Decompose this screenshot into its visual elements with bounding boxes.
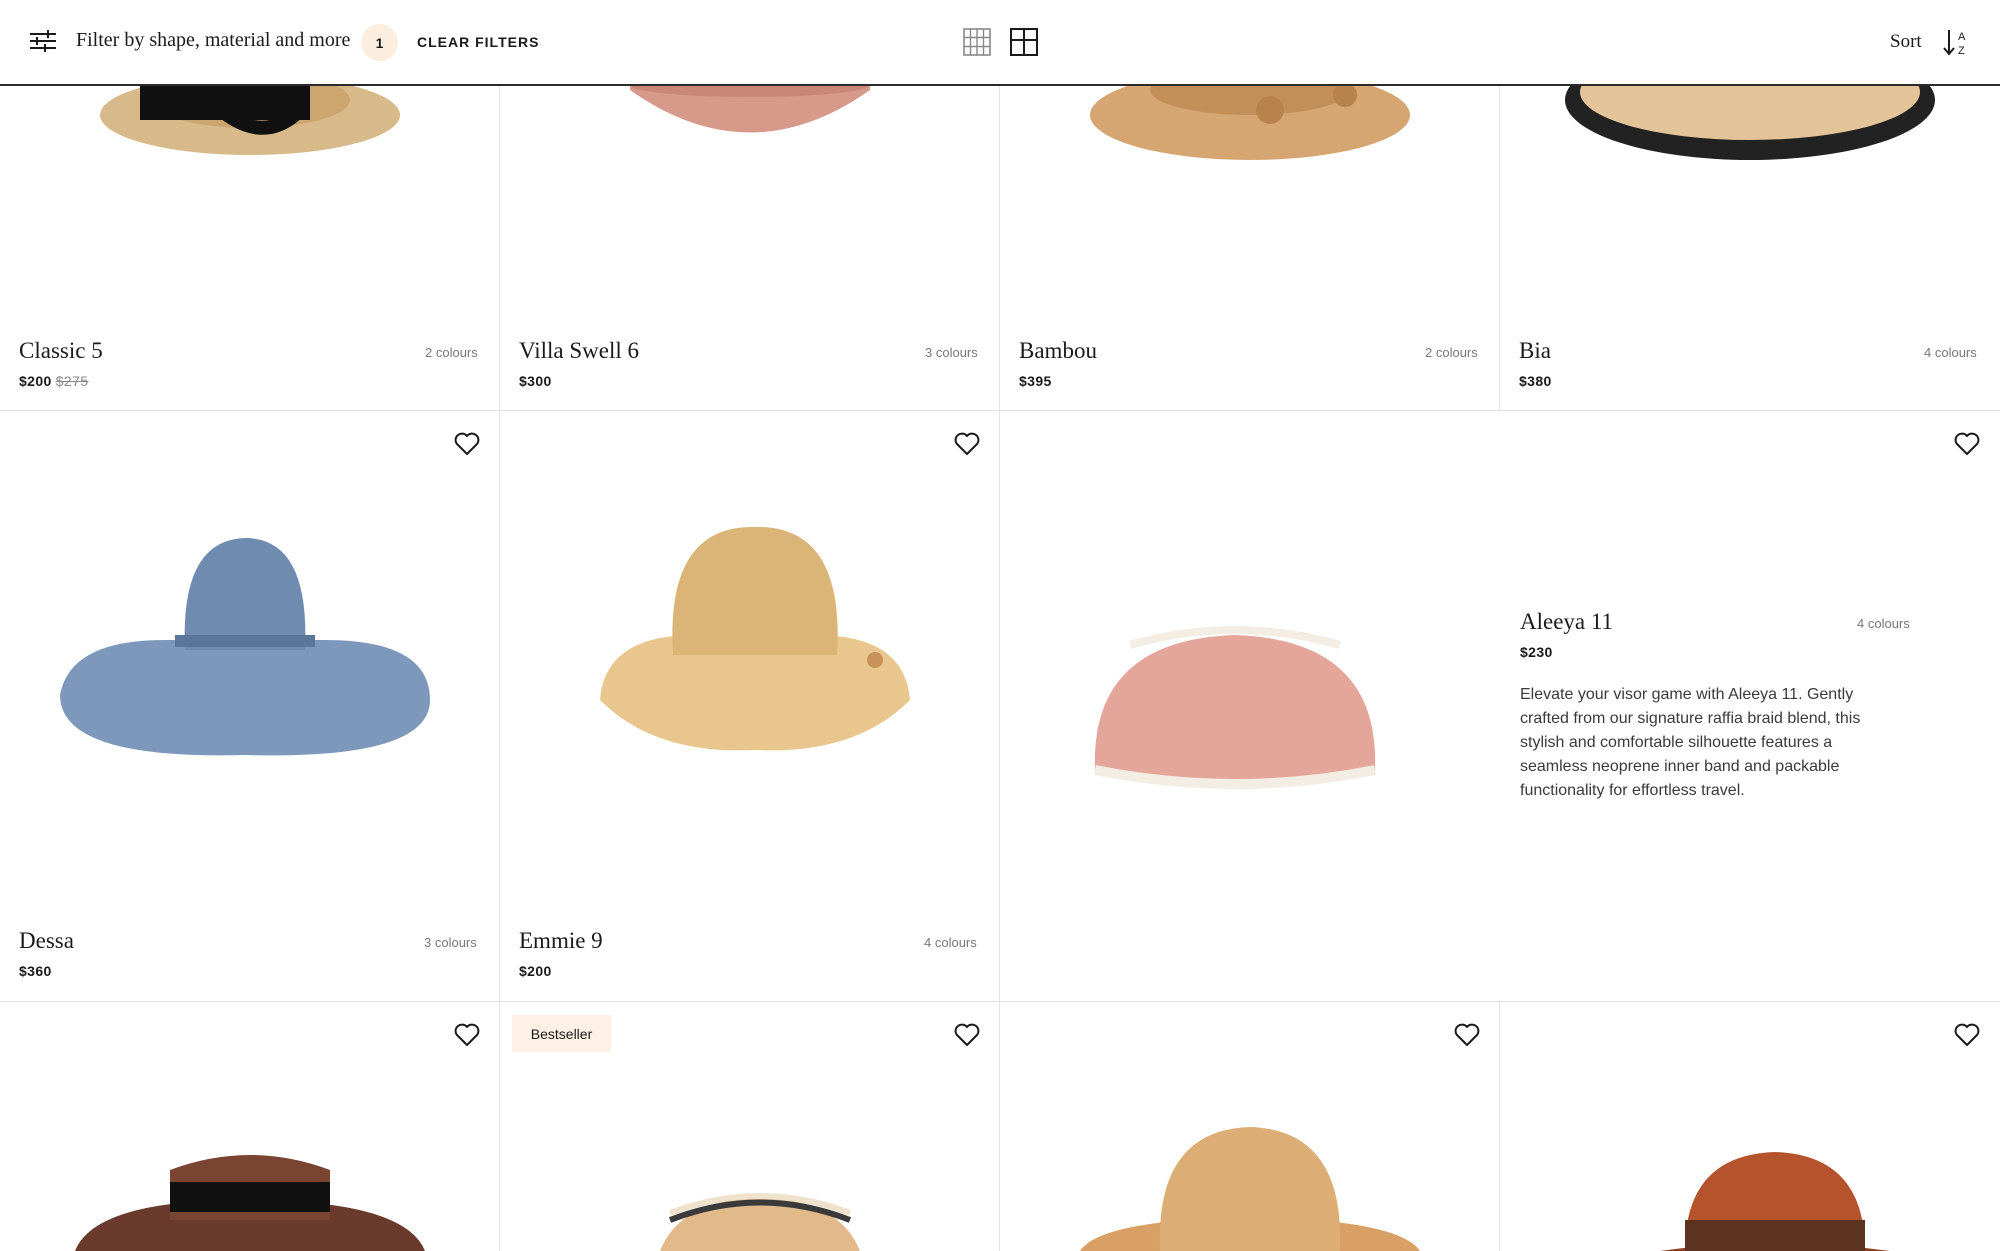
product-price: $360 [19,963,52,979]
wishlist-heart-icon[interactable] [454,432,480,456]
divider [0,410,2000,411]
product-name[interactable]: Classic 5 [19,338,103,364]
grid-four-column-icon[interactable] [963,28,991,56]
colour-count: 4 colours [1857,616,1910,631]
filter-sliders-icon[interactable] [28,26,58,56]
product-name[interactable]: Emmie 9 [519,928,603,954]
original-price: $275 [55,373,89,389]
product-price: $200 $275 [19,373,89,389]
product-image[interactable] [1080,1125,1420,1251]
product-name[interactable]: Villa Swell 6 [519,338,639,364]
colour-count: 2 colours [1425,345,1478,360]
grid-two-column-icon[interactable] [1010,28,1038,56]
product-name[interactable]: Bia [1519,338,1551,364]
sort-alpha-icon[interactable]: A Z [1942,27,1972,57]
sort-label[interactable]: Sort [1890,31,1922,53]
product-name[interactable]: Aleeya 11 [1520,609,1613,635]
colour-count: 3 colours [925,345,978,360]
sale-price: $200 [19,373,52,389]
wishlist-heart-icon[interactable] [1454,1023,1480,1047]
divider [1499,86,1500,411]
product-image[interactable] [55,530,435,770]
wishlist-heart-icon[interactable] [954,432,980,456]
svg-text:Z: Z [1958,45,1965,57]
svg-text:A: A [1958,31,1966,43]
divider [999,86,1000,1251]
bestseller-badge: Bestseller [512,1015,611,1052]
product-price: $230 [1520,644,1553,660]
wishlist-heart-icon[interactable] [1954,432,1980,456]
colour-count: 3 colours [424,935,477,950]
product-description: Elevate your visor game with Aleeya 11. … [1520,686,1861,799]
wishlist-heart-icon[interactable] [954,1023,980,1047]
product-price: $380 [1519,373,1552,389]
product-image[interactable] [595,525,915,755]
wishlist-heart-icon[interactable] [454,1023,480,1047]
filter-label[interactable]: Filter by shape, material and more [76,29,350,52]
product-image[interactable] [650,1185,870,1251]
divider [1499,1001,1500,1251]
product-image[interactable] [1660,1150,1890,1251]
filter-count-badge: 1 [361,24,398,61]
product-image[interactable] [1085,620,1385,800]
wishlist-heart-icon[interactable] [1954,1023,1980,1047]
colour-count: 2 colours [425,345,478,360]
colour-count: 4 colours [924,935,977,950]
divider [0,1001,2000,1002]
divider [499,86,500,1251]
clear-filters-button[interactable]: CLEAR FILTERS [417,34,539,50]
product-price: $395 [1019,373,1052,389]
product-name[interactable]: Bambou [1019,338,1097,364]
filter-toolbar: Filter by shape, material and more 1 CLE… [0,0,2000,86]
product-price: $300 [519,373,552,389]
colour-count: 4 colours [1924,345,1977,360]
product-image[interactable] [75,1140,425,1251]
product-name[interactable]: Dessa [19,928,74,954]
product-price: $200 [519,963,552,979]
